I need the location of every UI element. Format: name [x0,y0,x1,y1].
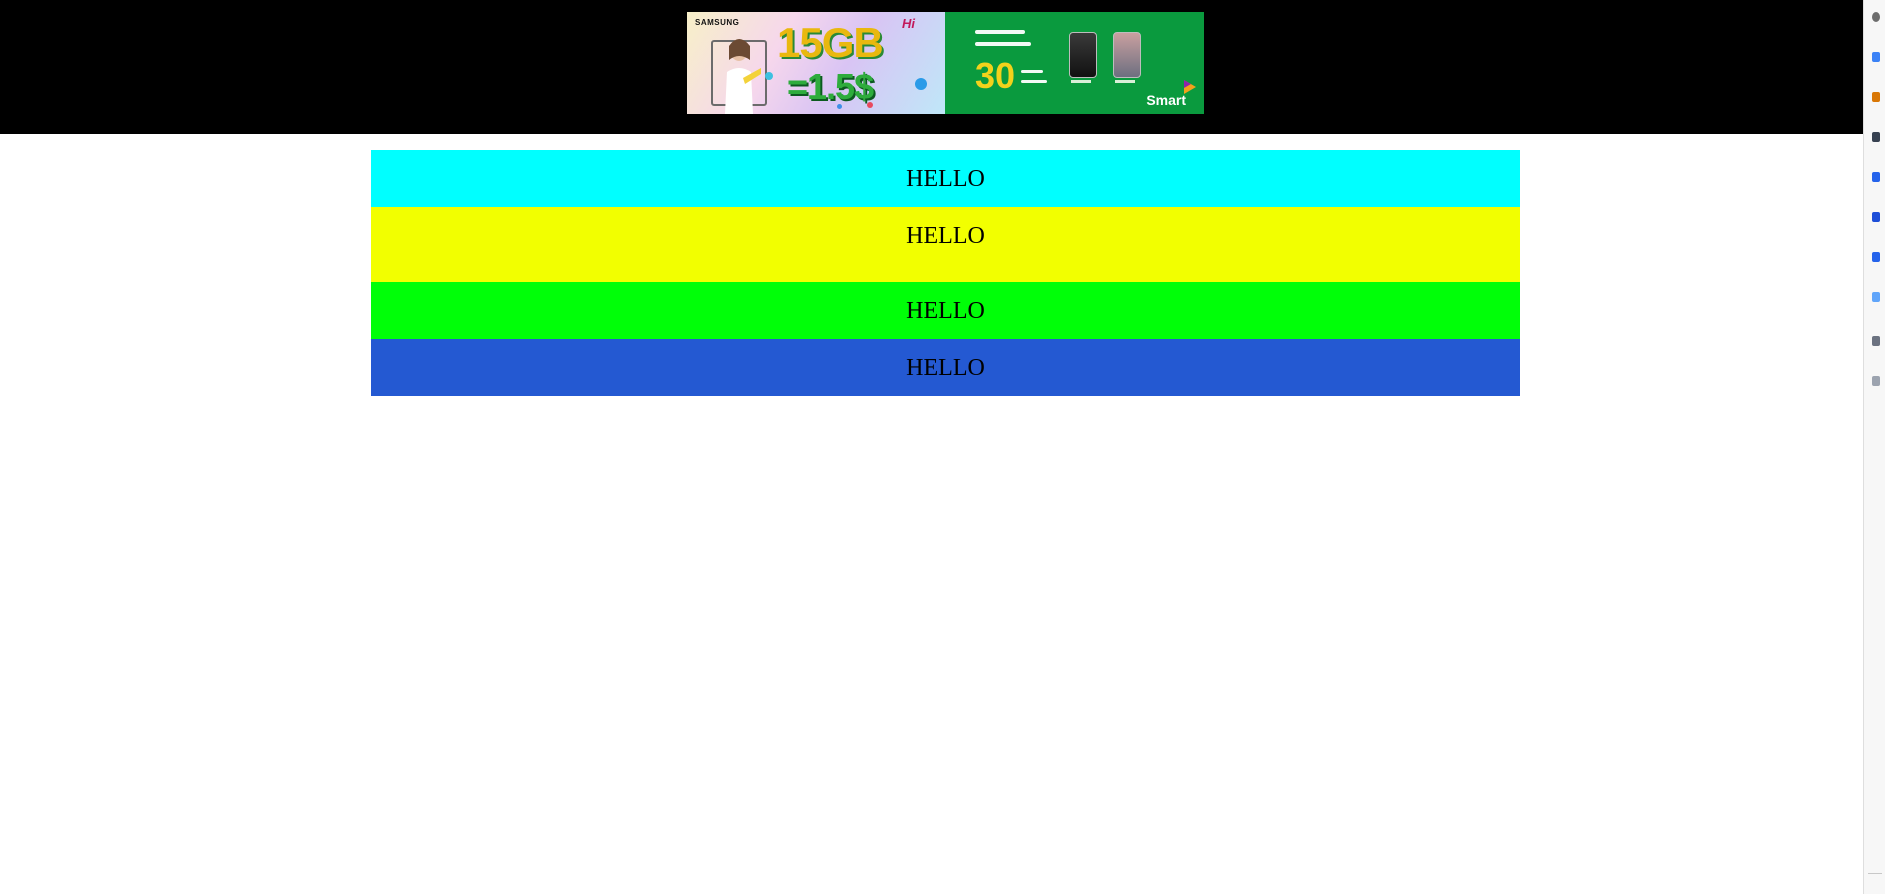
ad-banner-right-panel: 30 Smart [945,12,1204,114]
decoration-dot [765,72,773,80]
phone-caption-line [1071,80,1091,83]
browser-side-rail [1863,0,1885,894]
pin-icon[interactable] [1872,336,1880,346]
profile-icon[interactable] [1872,12,1880,22]
copy-icon[interactable] [1872,172,1880,182]
hello-band-yellow: HELLO [371,207,1520,282]
hello-band-cyan: HELLO [371,150,1520,207]
add-icon[interactable] [1872,376,1880,386]
top-ad-bar: SAMSUNG 15GB =1.5$ Hi 30 Smart [0,0,1863,134]
page: SAMSUNG 15GB =1.5$ Hi 30 Smart HELLO HEL… [0,0,1885,894]
send-icon[interactable] [1872,292,1880,302]
price-text: =1.5$ [787,66,874,107]
model-person-image [725,39,761,114]
khmer-subtext-line [1021,70,1043,73]
decoration-dot [837,104,842,109]
samsung-brand-label: SAMSUNG [695,18,740,27]
khmer-headline-line [975,42,1031,46]
days-count-text: 30 [975,55,1016,96]
phone-product-image [1113,32,1141,78]
phone-product-image [1069,32,1097,78]
decoration-dot [915,78,927,90]
hello-band-blue: HELLO [371,339,1520,396]
hello-band-green: HELLO [371,282,1520,339]
khmer-headline-line [975,30,1025,34]
outlook-icon[interactable] [1872,212,1880,222]
puzzle-icon[interactable] [1872,132,1880,142]
chart-icon[interactable] [1872,252,1880,262]
arrow-icon[interactable] [1872,52,1880,62]
decoration-dot [867,102,873,108]
hi-badge: Hi [902,16,915,31]
hello-band-stack: HELLO HELLO HELLO HELLO [371,150,1520,396]
ad-banner[interactable]: SAMSUNG 15GB =1.5$ Hi 30 Smart [687,12,1204,114]
phone-caption-line [1115,80,1135,83]
khmer-subtext-line [1021,80,1047,83]
rail-divider [1868,873,1882,874]
smart-logo-text: Smart [1146,92,1186,108]
data-amount-text: 15GB [777,19,884,66]
ad-banner-left-panel: SAMSUNG 15GB =1.5$ Hi [687,12,945,114]
bag-icon[interactable] [1872,92,1880,102]
